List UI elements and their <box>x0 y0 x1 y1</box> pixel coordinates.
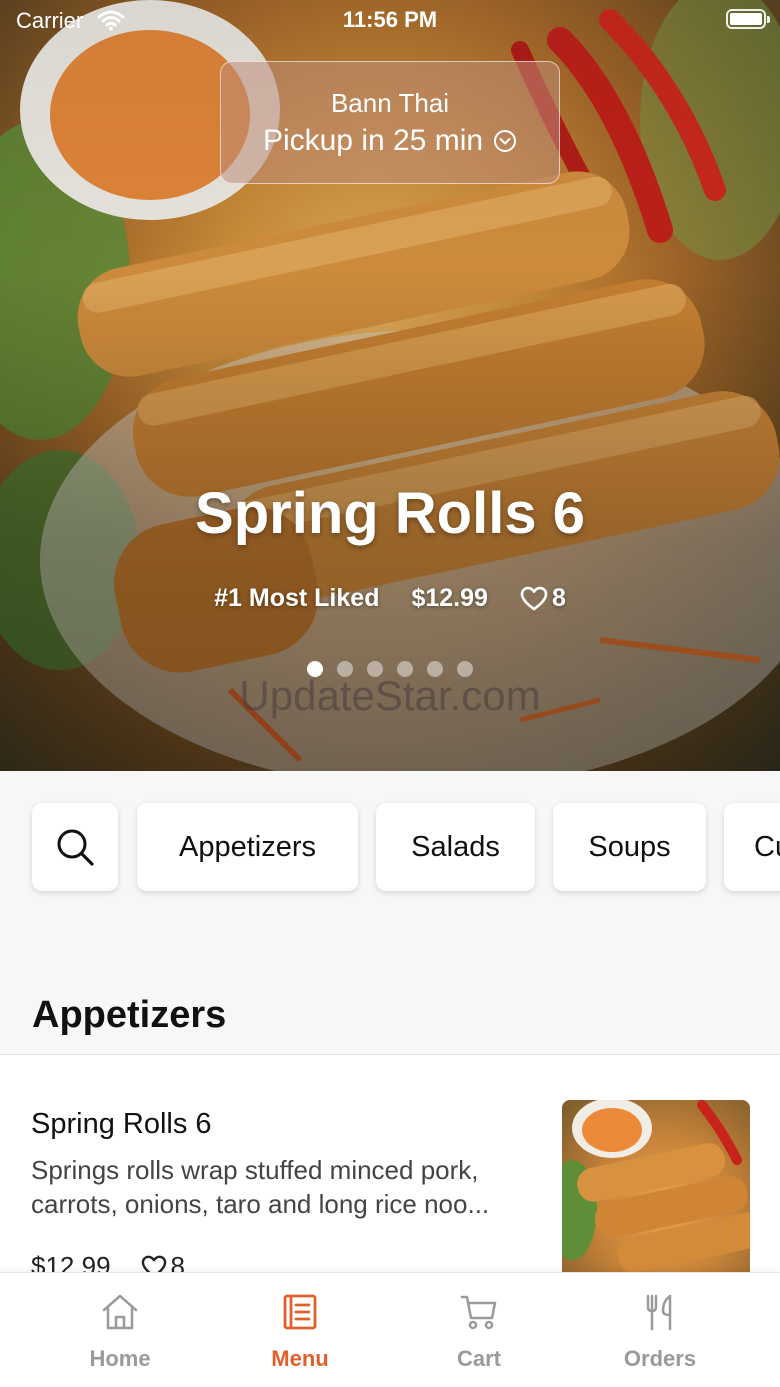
menu-icon <box>283 1294 317 1330</box>
spring-rolls-thumbnail-image <box>562 1100 750 1273</box>
search-button[interactable] <box>32 803 118 891</box>
cart-icon <box>460 1295 497 1330</box>
chevron-down-circle-icon <box>494 130 517 152</box>
menu-item-name: Spring Rolls 6 <box>31 1108 212 1140</box>
menu-item-description-line: carrots, onions, taro and long rice noo.… <box>31 1189 490 1219</box>
tab-menu[interactable]: Menu <box>210 1273 390 1387</box>
featured-price: $12.99 <box>411 584 488 612</box>
featured-item-title: Spring Rolls 6 <box>195 481 585 546</box>
menu-item-card[interactable]: Spring Rolls 6 Springs rolls wrap stuffe… <box>0 1055 780 1281</box>
tab-home[interactable]: Home <box>30 1273 210 1387</box>
menu-item-description-line: Springs rolls wrap stuffed minced pork, <box>31 1155 479 1185</box>
tab-cart[interactable]: Cart <box>389 1273 569 1387</box>
tab-label: Orders <box>623 1346 697 1371</box>
category-chips: Appetizers Salads Soups Cu <box>0 771 780 971</box>
menu-item-thumbnail <box>562 1100 750 1280</box>
section-title: Appetizers <box>32 994 227 1036</box>
tab-label: Menu <box>271 1346 329 1371</box>
featured-likes: 8 <box>520 584 566 613</box>
pickup-selector[interactable]: Bann Thai Pickup in 25 min <box>220 61 560 184</box>
bottom-tab-bar: Home Menu Cart Orders <box>0 1272 780 1387</box>
battery-icon <box>726 9 770 29</box>
menu-item-description: Springs rolls wrap stuffed minced pork, … <box>31 1153 531 1221</box>
featured-likes-count: 8 <box>551 584 566 612</box>
category-chip-salads[interactable]: Salads <box>376 803 535 891</box>
watermark-text: UpdateStar.com <box>239 672 541 719</box>
tab-label: Home <box>89 1346 151 1371</box>
home-icon <box>102 1294 138 1330</box>
featured-rank: #1 Most Liked <box>214 584 380 612</box>
status-bar: Carrier 11:56 PM <box>0 0 780 40</box>
utensils-icon <box>646 1294 672 1331</box>
category-chip-curries[interactable]: Cu <box>724 803 780 891</box>
featured-item-meta: #1 Most Liked $12.99 8 <box>0 584 780 613</box>
search-icon <box>57 829 94 866</box>
tab-orders[interactable]: Orders <box>570 1273 750 1387</box>
pickup-time-label: Pickup in 25 min <box>262 124 484 157</box>
tab-label: Cart <box>456 1346 501 1371</box>
category-chip-appetizers[interactable]: Appetizers <box>137 803 358 891</box>
restaurant-name: Bann Thai <box>330 88 450 118</box>
heart-icon <box>520 586 548 610</box>
hero-banner[interactable]: Carrier 11:56 PM Bann Thai Pickup in 25 … <box>0 0 780 771</box>
status-time: 11:56 PM <box>342 7 438 32</box>
category-chip-soups[interactable]: Soups <box>553 803 706 891</box>
